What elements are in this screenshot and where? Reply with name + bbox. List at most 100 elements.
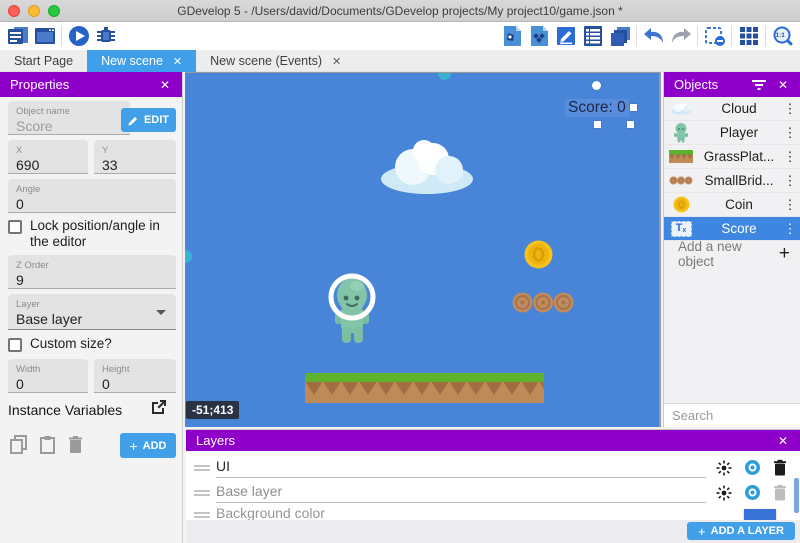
width-value: 0 [16, 376, 80, 392]
scene-editor-button[interactable] [31, 23, 58, 49]
close-objects-icon[interactable]: ✕ [776, 78, 790, 92]
object-item-player[interactable]: Player ⋮ [664, 121, 800, 145]
add-new-object-button[interactable]: Add a new object + [664, 241, 800, 267]
objects-search-input[interactable] [672, 408, 800, 423]
tab-start-page[interactable]: Start Page [0, 50, 87, 72]
add-a-layer-button[interactable]: + ADD A LAYER [687, 522, 795, 540]
score-text-instance[interactable]: Score: 0 [565, 99, 629, 117]
object-item-score[interactable]: Tx Score ⋮ [664, 217, 800, 241]
resize-handle-southeast[interactable] [627, 121, 634, 128]
z-order-field[interactable]: Z Order 9 [8, 255, 176, 289]
layer-effects-icon[interactable] [716, 485, 732, 501]
object-item-smallbridge[interactable]: SmallBrid... ⋮ [664, 169, 800, 193]
filter-icon[interactable] [752, 80, 766, 90]
window-title: GDevelop 5 - /Users/david/Documents/GDev… [0, 4, 800, 18]
debug-button[interactable] [92, 23, 119, 49]
lock-position-checkbox[interactable] [8, 220, 22, 234]
open-layers-editor-button[interactable] [606, 23, 633, 49]
open-properties-button[interactable] [552, 23, 579, 49]
drag-handle-icon[interactable] [194, 510, 210, 520]
toggle-mask-button[interactable] [701, 23, 728, 49]
redo-button[interactable] [667, 23, 694, 49]
kebab-menu-icon[interactable]: ⋮ [780, 173, 800, 189]
angle-field[interactable]: Angle 0 [8, 179, 176, 213]
grass-platform-instance[interactable] [305, 373, 544, 403]
kebab-menu-icon[interactable]: ⋮ [780, 197, 800, 213]
resize-handle-east[interactable] [630, 104, 637, 111]
layers-scrollbar-thumb[interactable] [794, 478, 799, 513]
tab-new-scene-events[interactable]: New scene (Events) ✕ [196, 50, 355, 72]
layer-name-input[interactable]: Base layer [216, 483, 706, 503]
close-tab-icon[interactable]: ✕ [332, 55, 341, 68]
layer-select[interactable]: Layer Base layer [8, 294, 176, 330]
paste-icon[interactable] [40, 435, 55, 454]
object-name: Player [698, 125, 780, 140]
coin-instance[interactable] [524, 240, 553, 269]
object-name-field[interactable]: Object name Score [8, 101, 130, 135]
custom-size-checkbox[interactable] [8, 338, 22, 352]
toggle-grid-button[interactable] [735, 23, 762, 49]
project-manager-button[interactable] [4, 23, 31, 49]
trash-icon[interactable] [68, 435, 83, 454]
open-variables-button[interactable] [150, 398, 168, 416]
x-position-field[interactable]: X 690 [8, 140, 88, 174]
player-instance[interactable] [327, 271, 377, 347]
layer-delete-icon[interactable] [773, 459, 787, 476]
rotation-handle[interactable] [592, 81, 601, 90]
layer-visibility-icon[interactable] [744, 484, 761, 501]
layer-effects-icon[interactable] [716, 460, 732, 476]
zoom-1-1-button[interactable]: 1:1 [769, 23, 796, 49]
object-name: Coin [698, 197, 780, 212]
small-bridge-icon [664, 176, 698, 185]
x-value: 690 [16, 157, 80, 173]
undo-icon [642, 26, 666, 46]
gdevelop-window: GDevelop 5 - /Users/david/Documents/GDev… [0, 0, 800, 543]
close-tab-icon[interactable]: ✕ [173, 55, 182, 68]
properties-pencil-icon [556, 25, 576, 47]
object-name: Score [698, 221, 780, 236]
canvas-scroll-thumb-top[interactable] [438, 72, 451, 80]
layers-panel-title: Layers [196, 433, 235, 448]
cloud-instance[interactable] [379, 139, 475, 195]
preview-play-button[interactable] [65, 23, 92, 49]
layer-label: Layer [16, 299, 168, 310]
layer-name-input[interactable]: UI [216, 458, 706, 478]
drag-handle-icon[interactable] [194, 488, 210, 498]
layer-value: Base layer [16, 311, 168, 327]
tab-new-scene[interactable]: New scene ✕ [87, 50, 196, 72]
object-item-cloud[interactable]: Cloud ⋮ [664, 97, 800, 121]
grid-icon [739, 26, 759, 46]
undo-button[interactable] [640, 23, 667, 49]
layer-visibility-icon[interactable] [744, 459, 761, 476]
canvas-scroll-thumb-left[interactable] [185, 250, 192, 263]
width-field[interactable]: Width 0 [8, 359, 88, 393]
copy-icon[interactable] [10, 435, 27, 454]
open-objects-editor-button[interactable] [498, 23, 525, 49]
edit-object-button[interactable]: EDIT [121, 108, 176, 132]
y-position-field[interactable]: Y 33 [94, 140, 176, 174]
drag-handle-icon[interactable] [194, 463, 210, 473]
object-name: GrassPlat... [698, 149, 780, 164]
scene-editor-icon [34, 26, 56, 46]
kebab-menu-icon[interactable]: ⋮ [780, 101, 800, 117]
z-order-label: Z Order [16, 260, 168, 271]
close-properties-icon[interactable]: ✕ [158, 78, 172, 92]
kebab-menu-icon[interactable]: ⋮ [780, 149, 800, 165]
scene-canvas[interactable]: Score: 0 -51;413 [185, 72, 661, 427]
kebab-menu-icon[interactable]: ⋮ [780, 125, 800, 141]
tab-label: Start Page [14, 54, 73, 68]
small-bridge-instance[interactable] [512, 292, 574, 313]
resize-handle-south[interactable] [594, 121, 601, 128]
object-item-coin[interactable]: Coin ⋮ [664, 193, 800, 217]
kebab-menu-icon[interactable]: ⋮ [780, 221, 800, 237]
object-name: SmallBrid... [698, 173, 780, 188]
open-instances-list-button[interactable] [579, 23, 606, 49]
close-layers-icon[interactable]: ✕ [776, 434, 790, 448]
y-value: 33 [102, 157, 168, 173]
height-field[interactable]: Height 0 [94, 359, 176, 393]
edit-button-label: EDIT [144, 114, 169, 126]
add-variable-button[interactable]: + ADD [120, 433, 176, 458]
objects-search-bar [664, 403, 800, 427]
object-item-grassplatform[interactable]: GrassPlat... ⋮ [664, 145, 800, 169]
open-object-groups-button[interactable] [525, 23, 552, 49]
